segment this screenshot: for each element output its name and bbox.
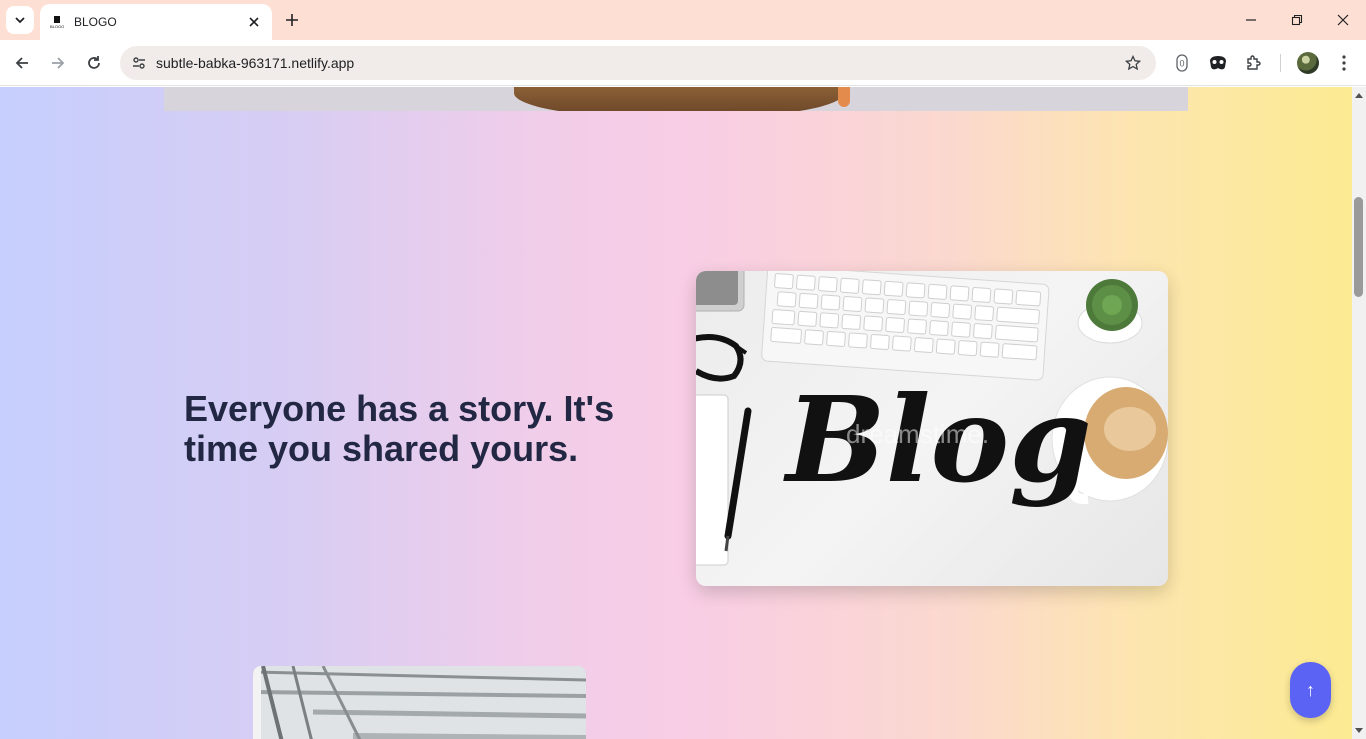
blog-hero-image: Blog dreamstime.	[696, 271, 1168, 586]
arrow-left-icon	[15, 57, 28, 69]
site-favicon-icon: BLOGO	[50, 14, 66, 30]
arrow-right-icon	[52, 57, 65, 69]
svg-text:BLOGO: BLOGO	[50, 24, 64, 29]
minimize-icon	[1246, 19, 1256, 21]
scroll-down-arrow-icon[interactable]	[1352, 723, 1366, 739]
new-tab-button[interactable]	[280, 8, 304, 32]
reload-button[interactable]	[80, 49, 108, 77]
page-viewport: Everyone has a story. It's time you shar…	[0, 87, 1352, 739]
wood-sign-image	[514, 87, 850, 111]
address-bar[interactable]: subtle-babka-963171.netlify.app	[120, 46, 1156, 80]
extensions-puzzle-icon[interactable]	[1240, 49, 1268, 77]
site-info-icon[interactable]	[122, 46, 156, 80]
previous-section-image	[164, 87, 1188, 111]
image-watermark: dreamstime.	[846, 419, 989, 449]
forward-button[interactable]	[44, 49, 72, 77]
toolbar-divider	[1280, 54, 1281, 72]
restore-icon	[1291, 14, 1303, 26]
browser-toolbar: subtle-babka-963171.netlify.app 0	[0, 40, 1366, 86]
extension-counter-icon[interactable]: 0	[1168, 49, 1196, 77]
scroll-to-top-button[interactable]: ↑	[1290, 662, 1331, 718]
svg-text:0: 0	[1179, 59, 1184, 69]
profile-avatar[interactable]	[1297, 52, 1319, 74]
next-section-image	[253, 666, 586, 739]
active-tab[interactable]: BLOGO BLOGO	[40, 4, 272, 40]
restore-button[interactable]	[1274, 0, 1320, 40]
minimize-button[interactable]	[1228, 0, 1274, 40]
close-window-button[interactable]	[1320, 0, 1366, 40]
scroll-up-arrow-icon[interactable]	[1352, 87, 1366, 103]
bookmark-star-icon[interactable]	[1116, 46, 1150, 80]
close-icon	[1337, 14, 1349, 26]
tab-search-button[interactable]	[6, 6, 34, 34]
extension-mask-icon[interactable]	[1204, 49, 1232, 77]
browser-menu-icon[interactable]	[1330, 49, 1358, 77]
scrollbar-thumb[interactable]	[1354, 197, 1363, 297]
url-text[interactable]: subtle-babka-963171.netlify.app	[156, 55, 1116, 71]
close-tab-icon[interactable]	[244, 12, 264, 32]
back-button[interactable]	[8, 49, 36, 77]
tab-title: BLOGO	[74, 15, 117, 29]
plus-icon	[286, 14, 298, 26]
hero-heading: Everyone has a story. It's time you shar…	[184, 388, 615, 469]
chevron-down-icon	[15, 17, 25, 24]
reload-icon	[88, 56, 100, 69]
tab-strip: BLOGO BLOGO	[0, 0, 1366, 40]
page-scrollbar[interactable]	[1352, 87, 1366, 739]
